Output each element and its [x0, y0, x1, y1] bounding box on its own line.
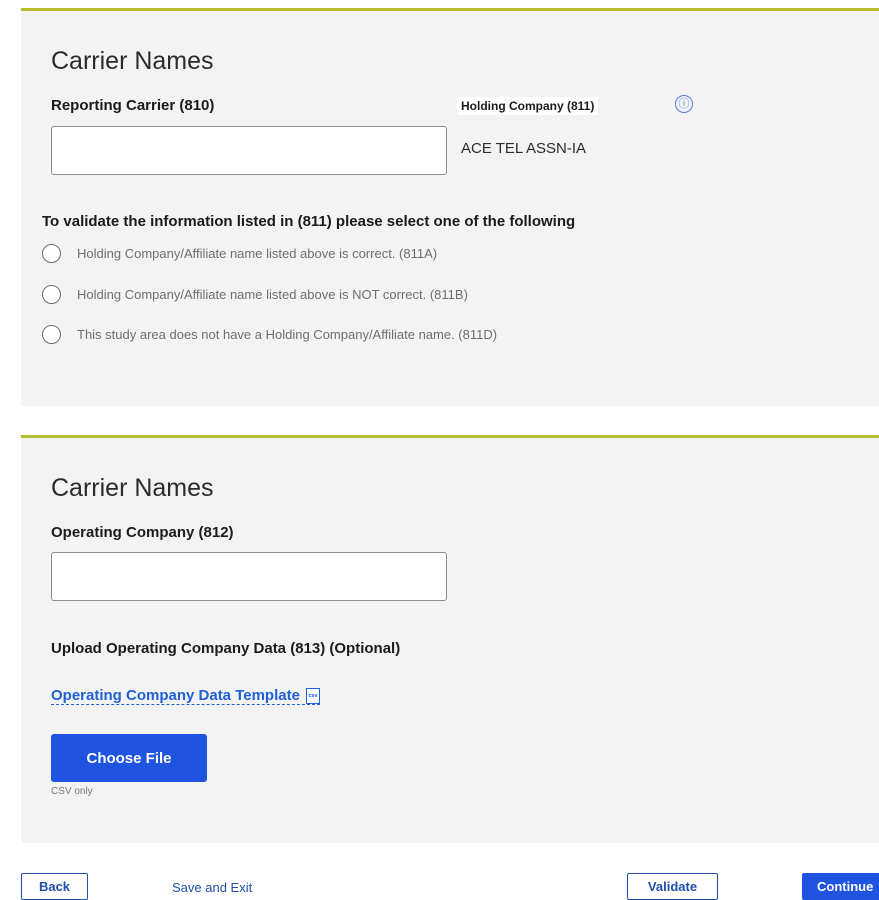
template-link-text: Operating Company Data Template	[51, 687, 300, 704]
operating-company-input[interactable]	[51, 552, 447, 601]
radio-option-811b[interactable]: Holding Company/Affiliate name listed ab…	[42, 285, 468, 304]
holding-company-value: ACE TEL ASSN-IA	[461, 140, 587, 157]
carrier-names-card-1: Carrier Names Reporting Carrier (810) Ho…	[21, 8, 879, 406]
card-title: Carrier Names	[51, 474, 214, 502]
radio-option-811a[interactable]: Holding Company/Affiliate name listed ab…	[42, 244, 437, 263]
csv-file-icon	[305, 687, 320, 704]
radio-label: Holding Company/Affiliate name listed ab…	[77, 246, 438, 261]
radio-button[interactable]	[42, 244, 61, 263]
reporting-carrier-label: Reporting Carrier (810)	[51, 97, 215, 114]
carrier-names-card-2: Carrier Names Operating Company (812) Up…	[21, 435, 879, 843]
validate-heading: To validate the information listed in (8…	[42, 213, 576, 230]
radio-option-811d[interactable]: This study area does not have a Holding …	[42, 325, 497, 344]
operating-company-label: Operating Company (812)	[51, 524, 234, 541]
choose-file-button[interactable]: Choose File	[51, 734, 207, 782]
radio-button[interactable]	[42, 285, 61, 304]
radio-button[interactable]	[42, 325, 61, 344]
template-download-link[interactable]: Operating Company Data Template	[51, 687, 320, 705]
card-title: Carrier Names	[51, 47, 214, 75]
save-and-exit-link[interactable]: Save and Exit	[172, 880, 252, 895]
reporting-carrier-input[interactable]	[51, 126, 447, 175]
continue-button[interactable]: Continue	[802, 873, 879, 900]
radio-label: Holding Company/Affiliate name listed ab…	[77, 287, 468, 302]
validate-button[interactable]: Validate	[627, 873, 718, 900]
info-icon[interactable]: ⓘ	[675, 95, 693, 113]
csv-only-hint: CSV only	[51, 786, 93, 797]
holding-company-label: Holding Company (811)	[457, 97, 599, 115]
upload-label: Upload Operating Company Data (813) (Opt…	[51, 640, 401, 657]
radio-label: This study area does not have a Holding …	[77, 327, 498, 342]
back-button[interactable]: Back	[21, 873, 88, 900]
